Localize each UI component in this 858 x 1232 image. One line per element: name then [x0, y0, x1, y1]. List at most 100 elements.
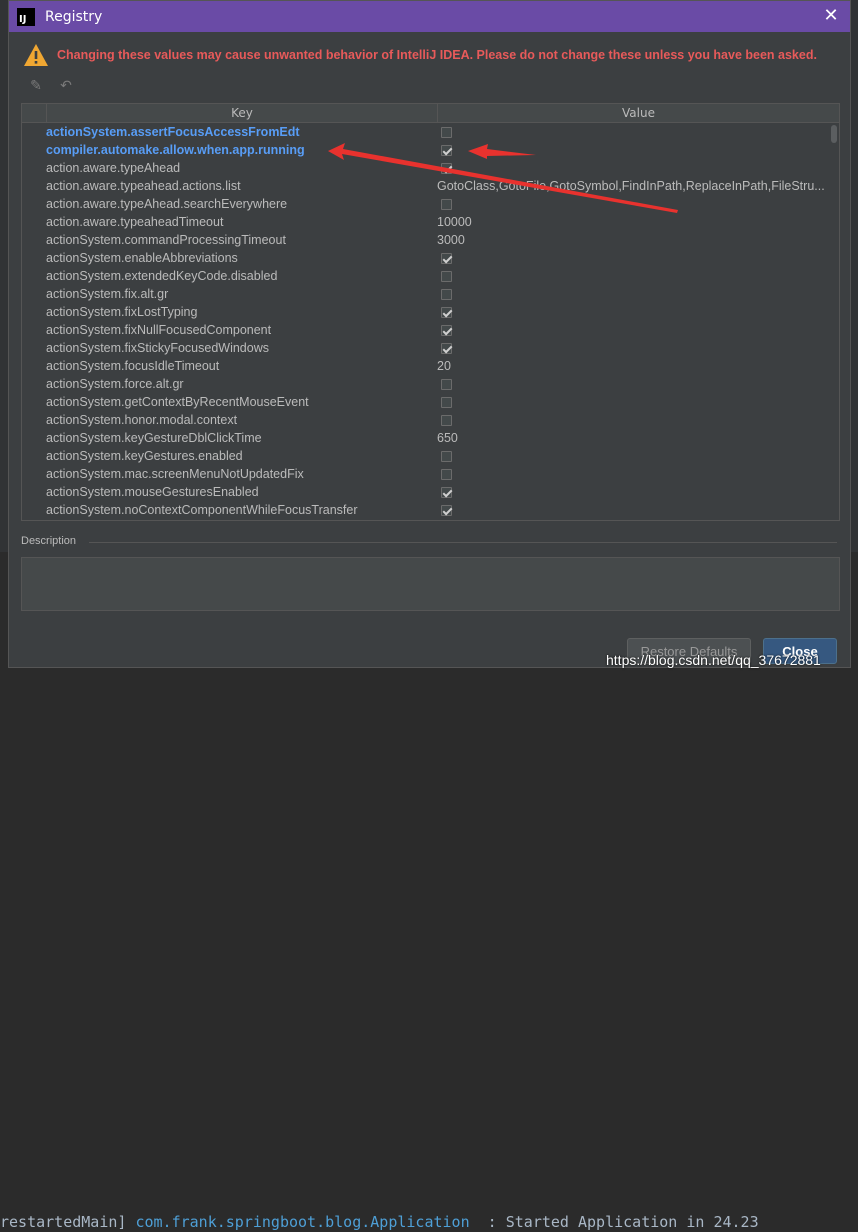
scrollbar-thumb[interactable]	[831, 125, 837, 143]
row-key: actionSystem.mac.screenMenuNotUpdatedFix	[46, 467, 304, 481]
row-value[interactable]	[437, 486, 829, 498]
table-row[interactable]: actionSystem.keyGestures.enabled	[22, 447, 829, 465]
value-checkbox[interactable]	[441, 288, 452, 300]
table-row[interactable]: actionSystem.noContextComponentWhileFocu…	[22, 501, 829, 519]
table-header: Key Value	[22, 104, 839, 123]
value-checkbox[interactable]	[441, 468, 452, 480]
table-row[interactable]: action.aware.typeaheadTimeout 10000	[22, 213, 829, 231]
console-class: com.frank.springboot.blog.Application	[135, 1213, 470, 1231]
row-key: actionSystem.fixNullFocusedComponent	[46, 323, 272, 337]
undo-icon[interactable]: ↶	[57, 77, 75, 95]
row-key: actionSystem.noContextComponentWhileFocu…	[46, 503, 358, 517]
value-checkbox[interactable]	[441, 504, 452, 516]
title-bar[interactable]: IJ Registry ✕	[9, 1, 850, 32]
table-row[interactable]: actionSystem.fix.alt.gr	[22, 285, 829, 303]
row-key: action.aware.typeAhead.searchEverywhere	[46, 197, 288, 211]
value-checkbox[interactable]	[441, 306, 452, 318]
table-row[interactable]: compiler.automake.allow.when.app.running	[22, 141, 829, 159]
row-value[interactable]: GotoClass,GotoFile,GotoSymbol,FindInPath…	[437, 179, 829, 193]
row-value[interactable]: 3000	[437, 233, 829, 247]
row-key: actionSystem.fixLostTyping	[46, 305, 198, 319]
table-row[interactable]: actionSystem.enableAbbreviations	[22, 249, 829, 267]
row-value[interactable]	[437, 504, 829, 516]
row-value[interactable]	[437, 162, 829, 174]
vertical-scrollbar[interactable]	[829, 123, 839, 520]
row-key: actionSystem.fixStickyFocusedWindows	[46, 341, 269, 355]
row-value[interactable]	[437, 378, 829, 390]
row-key: actionSystem.extendedKeyCode.disabled	[46, 269, 278, 283]
row-value[interactable]	[437, 270, 829, 282]
row-key: actionSystem.getContextByRecentMouseEven…	[46, 395, 309, 409]
table-row[interactable]: action.aware.typeahead.actions.list GotoC…	[22, 177, 829, 195]
console-line: restartedMain] com.frank.springboot.blog…	[0, 1212, 858, 1232]
intellij-app-icon: IJ	[17, 7, 35, 26]
row-key: actionSystem.assertFocusAccessFromEdt	[46, 125, 300, 139]
console-message: : Started Application in 24.23	[469, 1213, 759, 1231]
table-row[interactable]: actionSystem.fixStickyFocusedWindows	[22, 339, 829, 357]
table-body: actionSystem.assertFocusAccessFromEdt com…	[22, 123, 829, 520]
row-value[interactable]	[437, 396, 829, 408]
column-header-key[interactable]: Key	[47, 104, 438, 122]
close-icon[interactable]: ✕	[820, 5, 842, 27]
row-value[interactable]: 10000	[437, 215, 829, 229]
row-key: actionSystem.keyGestureDblClickTime	[46, 431, 262, 445]
table-row[interactable]: action.aware.typeAhead.searchEverywhere	[22, 195, 829, 213]
value-checkbox[interactable]	[441, 378, 452, 390]
row-value[interactable]	[437, 450, 829, 462]
value-checkbox[interactable]	[441, 324, 452, 336]
value-checkbox[interactable]	[441, 198, 452, 210]
row-key: compiler.automake.allow.when.app.running	[46, 143, 305, 157]
table-row[interactable]: action.aware.typeAhead	[22, 159, 829, 177]
table-row[interactable]: actionSystem.fixLostTyping	[22, 303, 829, 321]
table-row[interactable]: actionSystem.mouseGesturesEnabled	[22, 483, 829, 501]
value-checkbox[interactable]	[441, 450, 452, 462]
watermark: https://blog.csdn.net/qq_37672881	[606, 652, 821, 668]
row-key: action.aware.typeAhead	[46, 161, 181, 175]
row-value[interactable]	[437, 324, 829, 336]
table-row[interactable]: actionSystem.assertFocusAccessFromEdt	[22, 123, 829, 141]
warning-banner: Changing these values may cause unwanted…	[23, 41, 842, 69]
table-row[interactable]: actionSystem.getContextByRecentMouseEven…	[22, 393, 829, 411]
row-value[interactable]	[437, 144, 829, 156]
dialog-title: Registry	[45, 8, 103, 25]
table-row[interactable]: actionSystem.commandProcessingTimeout 300…	[22, 231, 829, 249]
value-checkbox[interactable]	[441, 126, 452, 138]
row-key: actionSystem.keyGestures.enabled	[46, 449, 243, 463]
row-value[interactable]	[437, 306, 829, 318]
row-value[interactable]	[437, 468, 829, 480]
console-thread: restartedMain]	[0, 1213, 136, 1231]
table-row[interactable]: actionSystem.force.alt.gr	[22, 375, 829, 393]
value-checkbox[interactable]	[441, 414, 452, 426]
value-checkbox[interactable]	[441, 162, 452, 174]
table-row[interactable]: actionSystem.keyGestureDblClickTime 650	[22, 429, 829, 447]
row-key: actionSystem.force.alt.gr	[46, 377, 184, 391]
registry-dialog: IJ Registry ✕ Changing these values may …	[8, 0, 851, 668]
value-checkbox[interactable]	[441, 396, 452, 408]
column-header-value[interactable]: Value	[438, 104, 839, 122]
row-value[interactable]	[437, 198, 829, 210]
table-row[interactable]: actionSystem.honor.modal.context	[22, 411, 829, 429]
table-row[interactable]: actionSystem.mac.screenMenuNotUpdatedFix	[22, 465, 829, 483]
row-value[interactable]	[437, 252, 829, 264]
row-value[interactable]	[437, 342, 829, 354]
row-key: actionSystem.focusIdleTimeout	[46, 359, 220, 373]
row-key: action.aware.typeaheadTimeout	[46, 215, 224, 229]
table-row[interactable]: actionSystem.fixNullFocusedComponent	[22, 321, 829, 339]
row-key: actionSystem.mouseGesturesEnabled	[46, 485, 259, 499]
table-row[interactable]: actionSystem.extendedKeyCode.disabled	[22, 267, 829, 285]
row-value[interactable]: 650	[437, 431, 829, 445]
row-value[interactable]	[437, 126, 829, 138]
value-checkbox[interactable]	[441, 270, 452, 282]
value-checkbox[interactable]	[441, 342, 452, 354]
table-row[interactable]: actionSystem.focusIdleTimeout 20	[22, 357, 829, 375]
row-value[interactable]: 20	[437, 359, 829, 373]
value-checkbox[interactable]	[441, 252, 452, 264]
row-value[interactable]	[437, 288, 829, 300]
value-checkbox[interactable]	[441, 486, 452, 498]
warning-triangle-icon	[24, 44, 48, 66]
row-value[interactable]	[437, 414, 829, 426]
value-checkbox[interactable]	[441, 144, 452, 156]
row-key: action.aware.typeahead.actions.list	[46, 179, 241, 193]
warning-text: Changing these values may cause unwanted…	[57, 48, 817, 62]
pencil-icon[interactable]: ✎	[27, 77, 45, 95]
